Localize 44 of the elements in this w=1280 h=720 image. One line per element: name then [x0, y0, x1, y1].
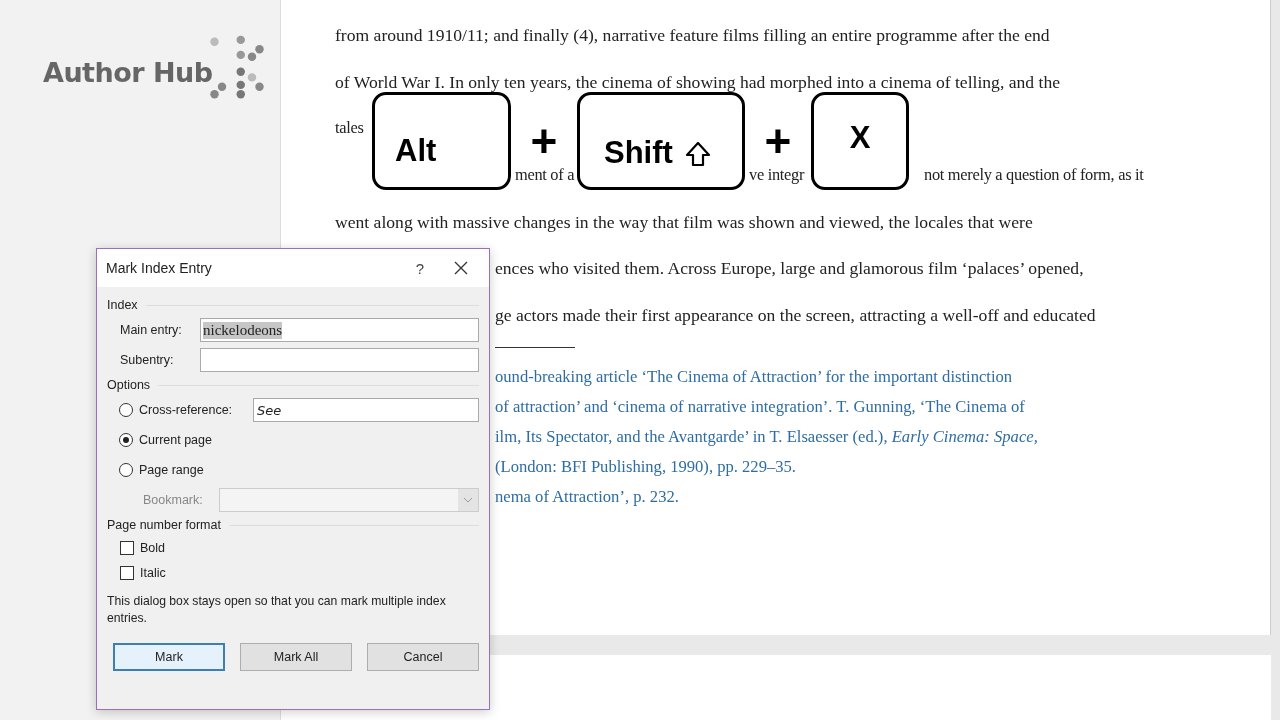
footnote-text: of attraction’ and ‘cinema of narrative integration’. T. Gunning, ‘The Cinema of — [495, 395, 1026, 418]
body-text: tales — [335, 117, 364, 140]
keyboard-key: X — [811, 92, 909, 190]
input-field[interactable]: See — [253, 398, 479, 422]
body-text: went along with massive changes in the way that film was shown and viewed, the locales that were — [335, 211, 1033, 232]
dialog-button[interactable]: Cancel — [367, 643, 479, 671]
keyboard-key: Shift — [577, 92, 745, 190]
field-label: Subentry: — [120, 353, 175, 367]
field-label: Main entry: — [120, 323, 183, 337]
note-text: This dialog box stays open so that you can mark multiple index entries. — [107, 593, 447, 627]
window-title: Mark Index Entry — [106, 260, 213, 276]
checkbox[interactable] — [120, 565, 134, 580]
checkbox[interactable] — [120, 540, 134, 555]
shift-arrow-icon — [684, 141, 711, 167]
body-text: not merely a question of form, as it — [924, 164, 1144, 187]
radio-label: Current page — [139, 433, 212, 447]
body-text: ences who visited them. Across Europe, large and glamorous film ‘palaces’ opened, — [495, 258, 1084, 279]
radio-button[interactable] — [119, 463, 133, 477]
dialog-button[interactable]: Mark All — [240, 643, 352, 671]
body-text: from around 1910/11; and finally (4), narrative feature films filling an entire programme after the end — [335, 25, 1050, 45]
dialog-button[interactable]: Mark — [113, 643, 225, 671]
footnote-text: (London: BFI Publishing, 1990), pp. 229–35. — [495, 455, 797, 478]
section-label: Page number format — [107, 518, 221, 532]
help-button[interactable]: ? — [406, 254, 434, 282]
chevron-down-icon — [463, 497, 473, 503]
footnote-text: ound-breaking article ‘The Cinema of Attraction’ for the important distinction — [495, 365, 1014, 388]
footnote-text: ilm, Its Spectator, and the Avantgarde’ in T. Elsaesser (ed.), Early Cinema: Space, — [495, 425, 1039, 448]
checkbox-label: Bold — [140, 540, 166, 555]
checkbox-label: Italic — [140, 565, 166, 580]
logo-text: Author Hub — [43, 57, 213, 88]
body-text: ge actors made their first appearance on the screen, attracting a well-off and educated — [495, 305, 1096, 326]
radio-label: Page range — [139, 463, 204, 477]
field-label: Bookmark: — [143, 493, 204, 507]
close-icon — [454, 261, 468, 275]
section-label: Index — [107, 298, 138, 312]
footnote-text: nema of Attraction’, p. 232. — [495, 485, 680, 508]
input-field[interactable]: nickelodeons — [200, 318, 479, 342]
radio-label: Cross-reference: — [139, 403, 234, 417]
radio-button[interactable] — [119, 433, 133, 447]
section-label: Options — [107, 378, 151, 392]
input-field[interactable] — [200, 348, 479, 372]
body-text: of World War I. In only ten years, the cinema of showing had morphed into a cinema of telling, and the — [335, 71, 1060, 92]
keyboard-key: Alt — [372, 92, 511, 190]
radio-button[interactable] — [119, 403, 133, 417]
